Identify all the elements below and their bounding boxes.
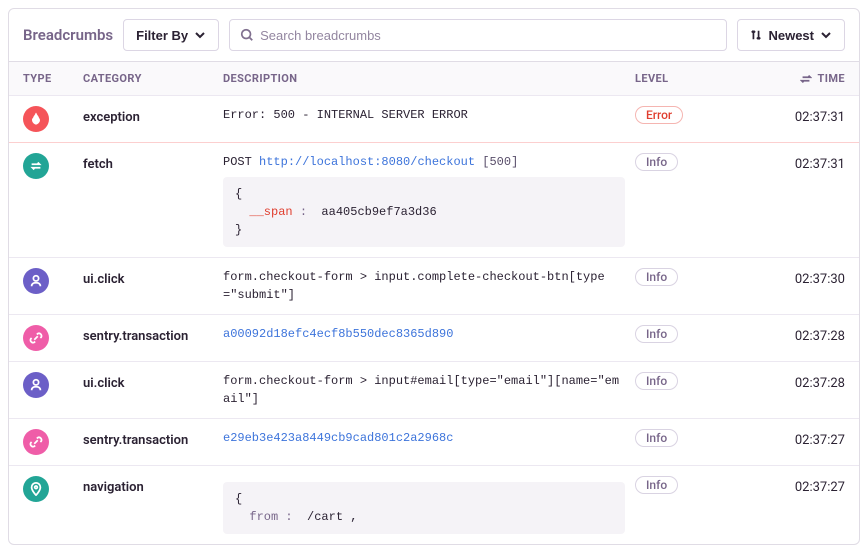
fire-icon	[23, 106, 49, 132]
code-block: { from : /cart ,	[223, 482, 625, 534]
swap-icon	[800, 73, 812, 85]
category-cell: fetch	[83, 153, 223, 172]
category-cell: exception	[83, 106, 223, 125]
type-cell	[23, 372, 83, 398]
level-cell: Error	[635, 106, 745, 124]
table-row[interactable]: navigation{ from : /cart , Info 02:37:27	[9, 466, 859, 544]
time-cell: 02:37:30	[745, 268, 845, 287]
filter-by-label: Filter By	[136, 28, 188, 43]
table-row[interactable]: sentry.transactione29eb3e423a8449cb9cad8…	[9, 419, 859, 466]
pin-icon	[23, 476, 49, 502]
description-cell: form.checkout-form > input#email[type="e…	[223, 372, 635, 408]
time-cell: 02:37:27	[745, 476, 845, 495]
category-cell: navigation	[83, 476, 223, 495]
level-badge: Info	[635, 325, 678, 343]
code-block: { __span : aa405cb9ef7a3d36}	[223, 177, 625, 247]
level-cell: Info	[635, 476, 745, 494]
time-cell: 02:37:31	[745, 153, 845, 172]
col-category: CATEGORY	[83, 72, 223, 85]
type-cell	[23, 268, 83, 294]
description-cell: { from : /cart ,	[223, 476, 635, 534]
page-title: Breadcrumbs	[23, 26, 113, 44]
description-cell: Error: 500 - INTERNAL SERVER ERROR	[223, 106, 635, 124]
sort-label: Newest	[768, 28, 814, 43]
table-row[interactable]: fetchPOST http://localhost:8080/checkout…	[9, 143, 859, 258]
level-badge: Info	[635, 372, 678, 390]
description-cell: a00092d18efc4ecf8b550dec8365d890	[223, 325, 635, 343]
level-badge: Info	[635, 429, 678, 447]
filter-by-button[interactable]: Filter By	[123, 19, 219, 51]
col-level: LEVEL	[635, 72, 745, 85]
user-icon	[23, 268, 49, 294]
time-cell: 02:37:28	[745, 325, 845, 344]
sort-button[interactable]: Newest	[737, 19, 845, 51]
level-badge: Info	[635, 153, 678, 171]
table-row[interactable]: ui.clickform.checkout-form > input.compl…	[9, 258, 859, 315]
chevron-down-icon	[820, 29, 832, 41]
table-row[interactable]: exceptionError: 500 - INTERNAL SERVER ER…	[9, 96, 859, 143]
toolbar: Breadcrumbs Filter By Newest	[9, 9, 859, 62]
type-cell	[23, 106, 83, 132]
table-row[interactable]: sentry.transactiona00092d18efc4ecf8b550d…	[9, 315, 859, 362]
category-cell: ui.click	[83, 372, 223, 391]
breadcrumbs-panel: Breadcrumbs Filter By Newest TYPE CATEGO…	[8, 8, 860, 545]
chevron-down-icon	[194, 29, 206, 41]
level-cell: Info	[635, 429, 745, 447]
description-cell: POST http://localhost:8080/checkout [500…	[223, 153, 635, 247]
link-icon	[23, 429, 49, 455]
level-cell: Info	[635, 268, 745, 286]
swap-icon	[23, 153, 49, 179]
level-cell: Info	[635, 325, 745, 343]
col-description: DESCRIPTION	[223, 72, 635, 85]
search-input[interactable]	[260, 28, 716, 43]
table-row[interactable]: ui.clickform.checkout-form > input#email…	[9, 362, 859, 419]
level-badge: Error	[635, 106, 683, 124]
category-cell: sentry.transaction	[83, 429, 223, 448]
time-cell: 02:37:27	[745, 429, 845, 448]
time-cell: 02:37:31	[745, 106, 845, 125]
table-body: exceptionError: 500 - INTERNAL SERVER ER…	[9, 96, 859, 544]
sort-icon	[750, 29, 762, 41]
description-cell: e29eb3e423a8449cb9cad801c2a2968c	[223, 429, 635, 447]
col-type: TYPE	[23, 72, 83, 85]
col-time[interactable]: TIME	[745, 72, 845, 85]
search-input-wrap[interactable]	[229, 19, 727, 51]
description-link[interactable]: http://localhost:8080/checkout	[259, 155, 475, 169]
user-icon	[23, 372, 49, 398]
level-cell: Info	[635, 153, 745, 171]
level-cell: Info	[635, 372, 745, 390]
type-cell	[23, 325, 83, 351]
time-cell: 02:37:28	[745, 372, 845, 391]
category-cell: ui.click	[83, 268, 223, 287]
level-badge: Info	[635, 476, 678, 494]
type-cell	[23, 476, 83, 502]
category-cell: sentry.transaction	[83, 325, 223, 344]
type-cell	[23, 153, 83, 179]
type-cell	[23, 429, 83, 455]
col-time-label: TIME	[818, 72, 845, 85]
description-link[interactable]: e29eb3e423a8449cb9cad801c2a2968c	[223, 431, 453, 445]
description-cell: form.checkout-form > input.complete-chec…	[223, 268, 635, 304]
table-header: TYPE CATEGORY DESCRIPTION LEVEL TIME	[9, 62, 859, 96]
link-icon	[23, 325, 49, 351]
description-link[interactable]: a00092d18efc4ecf8b550dec8365d890	[223, 327, 453, 341]
search-icon	[240, 28, 254, 42]
level-badge: Info	[635, 268, 678, 286]
